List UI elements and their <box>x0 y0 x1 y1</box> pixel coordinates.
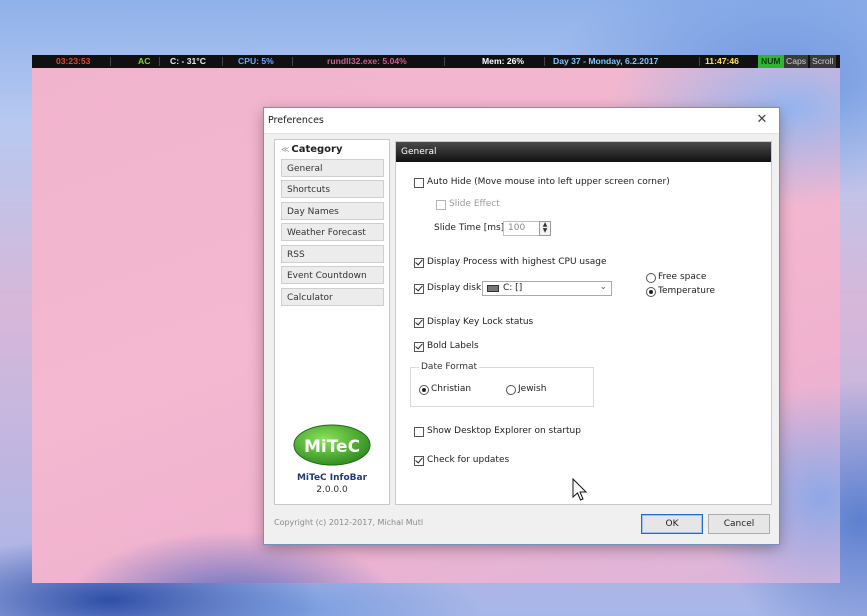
free-space-label[interactable]: Free space <box>658 272 706 282</box>
category-item-day-names[interactable]: Day Names <box>281 202 384 220</box>
christian-radio[interactable] <box>419 385 429 395</box>
slide-time-label: Slide Time [ms]: <box>434 223 508 233</box>
date-format-title: Date Format <box>419 362 480 372</box>
infobar-date: Day 37 - Monday, 6.2.2017 <box>553 56 659 66</box>
category-item-general[interactable]: General <box>281 159 384 177</box>
display-key-lock-label[interactable]: Display Key Lock status <box>427 317 533 327</box>
cancel-button[interactable]: Cancel <box>708 514 770 534</box>
spinner-arrows-icon[interactable]: ▲ ▼ <box>539 221 551 236</box>
infobar-time: 11:47:46 <box>705 56 739 66</box>
ok-button[interactable]: OK <box>641 514 703 534</box>
show-desktop-explorer-label[interactable]: Show Desktop Explorer on startup <box>427 426 581 436</box>
free-space-radio[interactable] <box>646 273 656 283</box>
display-key-lock-checkbox[interactable] <box>414 318 424 328</box>
product-version: 2.0.0.0 <box>316 485 348 495</box>
infobar-separator <box>110 57 111 66</box>
infobar: 03:23:53 AC C: - 31°C CPU: 5% rundll32.e… <box>32 55 840 68</box>
display-disk-checkbox[interactable] <box>414 284 424 294</box>
chevron-down-icon[interactable]: ⌄ <box>599 282 607 292</box>
temperature-radio[interactable] <box>646 287 656 297</box>
display-process-checkbox[interactable] <box>414 258 424 268</box>
infobar-memory: Mem: 26% <box>482 56 525 66</box>
category-item-rss[interactable]: RSS <box>281 245 384 263</box>
disk-select-value: C: [] <box>503 283 523 293</box>
slide-time-value: 100 <box>508 223 526 233</box>
category-item-shortcuts[interactable]: Shortcuts <box>281 180 384 198</box>
general-settings-panel: General Auto Hide (Move mouse into left … <box>395 141 772 505</box>
infobar-scroll-lock: Scroll <box>810 55 836 68</box>
infobar-uptime: 03:23:53 <box>56 56 91 66</box>
drive-icon <box>487 285 499 292</box>
panel-header: General <box>396 142 771 162</box>
auto-hide-label[interactable]: Auto Hide (Move mouse into left upper sc… <box>427 177 670 187</box>
display-disk-label[interactable]: Display disk <box>427 283 481 293</box>
infobar-power: AC <box>138 56 151 66</box>
infobar-num-lock: NUM <box>758 55 784 68</box>
check-updates-checkbox[interactable] <box>414 456 424 466</box>
logo-text: MiTeC <box>304 437 360 457</box>
infobar-separator <box>444 57 445 66</box>
infobar-separator <box>159 57 160 66</box>
category-item-event-countdown[interactable]: Event Countdown <box>281 266 384 284</box>
disk-select[interactable]: C: [] ⌄ <box>482 281 612 296</box>
bold-labels-checkbox[interactable] <box>414 342 424 352</box>
jewish-label[interactable]: Jewish <box>518 384 546 394</box>
infobar-caps-lock: Caps <box>784 55 809 68</box>
infobar-separator <box>222 57 223 66</box>
product-name: MiTeC InfoBar <box>296 473 368 483</box>
infobar-process: rundll32.exe: 5.04% <box>327 56 407 66</box>
slide-effect-checkbox[interactable] <box>436 200 446 210</box>
mitec-logo: MiTeC <box>293 424 371 466</box>
category-item-weather-forecast[interactable]: Weather Forecast <box>281 223 384 241</box>
show-desktop-explorer-checkbox[interactable] <box>414 427 424 437</box>
category-panel: ≪ Category General Shortcuts Day Names We… <box>274 139 390 505</box>
dialog-title: Preferences <box>268 115 324 126</box>
slide-effect-label: Slide Effect <box>449 199 500 209</box>
slide-time-spinner[interactable]: 100 ▲ ▼ <box>503 221 551 236</box>
date-format-group: Date Format Christian Jewish <box>410 362 594 407</box>
infobar-separator <box>544 57 545 66</box>
chevron-up-icon: ≪ <box>281 145 290 154</box>
bold-labels-label[interactable]: Bold Labels <box>427 341 479 351</box>
category-header-label: Category <box>291 144 343 155</box>
jewish-radio[interactable] <box>506 385 516 395</box>
infobar-cpu-temperature: C: - 31°C <box>170 56 206 66</box>
check-updates-label[interactable]: Check for updates <box>427 455 509 465</box>
mouse-cursor-icon <box>572 478 588 501</box>
category-item-calculator[interactable]: Calculator <box>281 288 384 306</box>
copyright-text: Copyright (c) 2012-2017, Michal Mutl <box>274 518 424 527</box>
infobar-separator <box>292 57 293 66</box>
temperature-label[interactable]: Temperature <box>658 286 715 296</box>
preferences-dialog: Preferences ✕ ≪ Category General Shortcut… <box>264 108 779 544</box>
infobar-separator <box>699 57 700 66</box>
auto-hide-checkbox[interactable] <box>414 178 424 188</box>
category-header: ≪ Category <box>281 144 343 155</box>
christian-label[interactable]: Christian <box>431 384 471 394</box>
dialog-titlebar[interactable]: Preferences ✕ <box>264 108 779 134</box>
close-icon[interactable]: ✕ <box>751 111 773 129</box>
infobar-cpu-usage: CPU: 5% <box>238 56 274 66</box>
display-process-label[interactable]: Display Process with highest CPU usage <box>427 257 607 267</box>
